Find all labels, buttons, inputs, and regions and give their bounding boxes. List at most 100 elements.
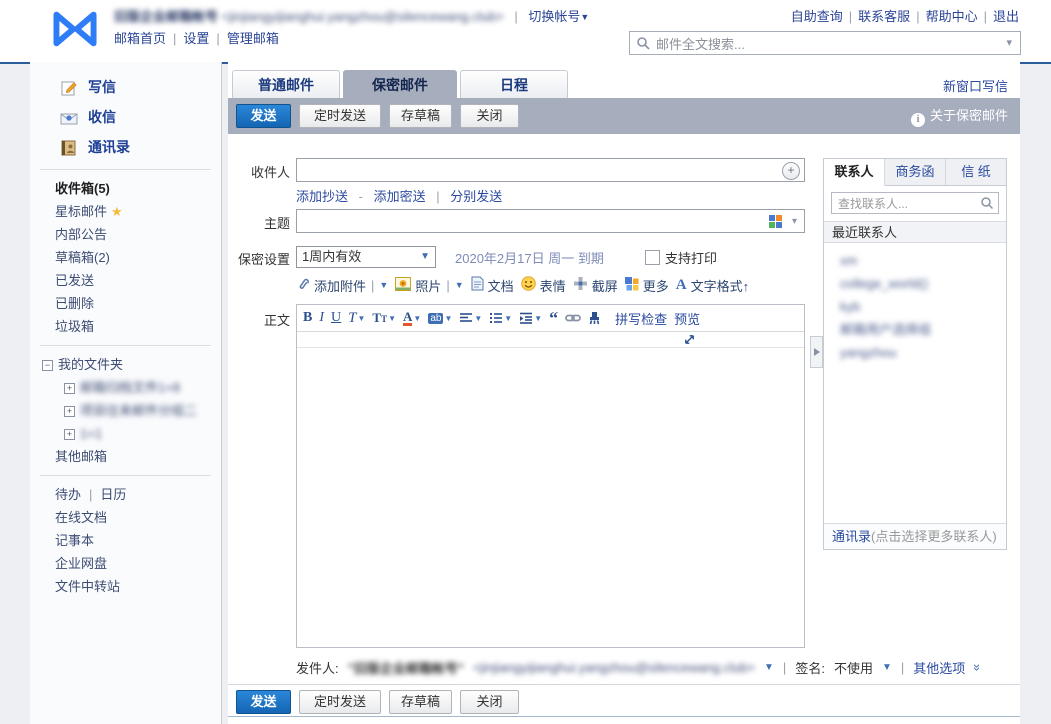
close-button-bottom[interactable]: 关闭 <box>460 690 519 714</box>
support-print-checkbox[interactable] <box>645 250 660 265</box>
schedule-send-button[interactable]: 定时发送 <box>299 104 381 128</box>
indent-button[interactable]: ▼ <box>519 312 542 324</box>
sidebar-action-contacts[interactable]: 通讯录 <box>60 132 221 162</box>
top-link-1[interactable]: 联系客服 <box>858 9 910 24</box>
spellcheck-button[interactable]: 拼写检查 <box>615 309 667 328</box>
tool-link-3-0[interactable]: 企业网盘 <box>55 556 107 571</box>
contact-item-2[interactable]: kyb <box>824 295 1006 318</box>
editor-body[interactable] <box>297 348 804 648</box>
secret-validity-select[interactable]: 1周内有效 ▼ <box>296 246 436 268</box>
folder-item-3[interactable]: 草稿箱(2) <box>30 246 221 269</box>
save-draft-button[interactable]: 存草稿 <box>389 104 452 128</box>
folder-item-5[interactable]: 已删除 <box>30 292 221 315</box>
folder-item-6[interactable]: 垃圾箱 <box>30 315 221 338</box>
contact-item-3[interactable]: 邮箱用户选择组 <box>824 318 1006 341</box>
search-dropdown-icon[interactable]: ▾ <box>1006 36 1012 49</box>
switch-account-link[interactable]: 切换帐号▼ <box>528 9 589 24</box>
contact-search-input[interactable] <box>836 195 978 213</box>
more-button[interactable]: 更多 <box>625 276 669 295</box>
more-options-link[interactable]: 其他选项 <box>913 658 965 677</box>
preview-button[interactable]: 预览 <box>674 309 700 328</box>
other-mailbox-item[interactable]: 其他邮箱 <box>30 445 221 468</box>
align-button[interactable]: ▼ <box>459 312 482 324</box>
about-secret-mail-link[interactable]: i关于保密邮件 <box>911 98 1008 134</box>
my-folder-child-1[interactable]: +项目往来邮件分组二 <box>30 399 221 422</box>
stationery-dropdown-icon[interactable]: ▾ <box>792 216 797 227</box>
folder-item-4[interactable]: 已发送 <box>30 269 221 292</box>
divider <box>40 345 211 346</box>
sender-caret-icon[interactable]: ▼ <box>764 662 774 673</box>
underline-button[interactable]: U <box>331 310 341 326</box>
send-button-bottom[interactable]: 发送 <box>236 690 291 714</box>
folder-item-0[interactable]: 收件箱(5) <box>30 177 221 200</box>
quote-button[interactable]: “ <box>549 313 558 323</box>
document-button[interactable]: 文档 <box>471 276 514 295</box>
signature-value[interactable]: 不使用 <box>834 658 873 677</box>
add-attachment-button[interactable]: 添加附件|▼ <box>296 276 388 295</box>
photo-button[interactable]: 照片|▼ <box>395 276 463 295</box>
schedule-send-button-bottom[interactable]: 定时发送 <box>299 690 381 714</box>
tab-schedule[interactable]: 日程 <box>460 70 568 98</box>
bold-button[interactable]: B <box>303 310 312 326</box>
contacts-tab-contacts[interactable]: 联系人 <box>824 159 885 186</box>
screenshot-button[interactable]: 截屏 <box>573 276 618 295</box>
tool-link-4-0[interactable]: 文件中转站 <box>55 579 120 594</box>
top-link-2[interactable]: 帮助中心 <box>926 9 978 24</box>
contact-item-0[interactable]: xm <box>824 249 1006 272</box>
list-button[interactable]: ▼ <box>489 312 512 324</box>
brand-logo-icon[interactable] <box>48 8 102 55</box>
folder-item-2[interactable]: 内部公告 <box>30 223 221 246</box>
add-cc-link[interactable]: 添加抄送 <box>296 189 348 204</box>
format-brush-button[interactable] <box>588 311 601 325</box>
add-attachment-icon <box>296 276 310 294</box>
tool-link-1-0[interactable]: 在线文档 <box>55 510 107 525</box>
separate-send-link[interactable]: 分别发送 <box>450 189 502 204</box>
emoji-button[interactable]: 表情 <box>521 276 566 295</box>
close-button[interactable]: 关闭 <box>460 104 519 128</box>
mail-search-input[interactable] <box>654 33 988 55</box>
contact-item-1[interactable]: college_world() <box>824 272 1006 295</box>
top-link-0[interactable]: 自助查询 <box>791 9 843 24</box>
signature-caret-icon[interactable]: ▼ <box>882 662 892 673</box>
font-size-button[interactable]: TT▼ <box>372 310 396 326</box>
link-button[interactable] <box>565 313 581 323</box>
top-link-3[interactable]: 退出 <box>993 9 1019 24</box>
new-window-compose-link[interactable]: 新窗口写信 <box>943 76 1008 95</box>
nav-link-1[interactable]: 设置 <box>183 31 209 46</box>
save-draft-button-bottom[interactable]: 存草稿 <box>389 690 452 714</box>
font-style-button[interactable]: T▼ <box>348 310 365 327</box>
nav-link-0[interactable]: 邮箱首页 <box>114 31 166 46</box>
italic-button[interactable]: I <box>319 310 324 326</box>
my-folder-child-2[interactable]: +1+1 <box>30 422 221 445</box>
add-recipient-button[interactable]: + <box>782 162 800 180</box>
tool-link-0-0[interactable]: 待办 <box>55 487 81 502</box>
sidebar-action-compose[interactable]: 写信 <box>60 72 221 102</box>
to-input[interactable] <box>301 161 765 181</box>
font-color-button[interactable]: A▼ <box>403 311 421 326</box>
folder-item-1[interactable]: 星标邮件★ <box>30 200 221 223</box>
search-icon[interactable] <box>980 196 994 215</box>
contact-item-4[interactable]: yangzhou <box>824 341 1006 364</box>
contacts-tab-stationery[interactable]: 信 纸 <box>946 159 1006 185</box>
tab-secret-mail[interactable]: 保密邮件 <box>343 70 457 98</box>
sender-name: "旧版企业邮箱帐号" <box>348 658 464 677</box>
expand-editor-icon[interactable] <box>683 333 696 351</box>
address-book-link[interactable]: 通讯录 <box>832 529 871 544</box>
add-bcc-link[interactable]: 添加密送 <box>374 189 426 204</box>
sidebar-action-receive[interactable]: 收信 <box>60 102 221 132</box>
subject-input[interactable] <box>301 212 765 232</box>
highlight-button[interactable]: ab▼ <box>428 313 452 324</box>
my-folder-child-0[interactable]: +邮箱归档文件1+8 <box>30 376 221 399</box>
stationery-icon[interactable] <box>769 215 782 228</box>
collapse-contacts-handle[interactable] <box>810 336 823 368</box>
nav-link-2[interactable]: 管理邮箱 <box>227 31 279 46</box>
tab-normal-mail[interactable]: 普通邮件 <box>232 70 340 98</box>
my-folders-root[interactable]: −我的文件夹 <box>30 353 221 376</box>
contacts-tab-business-letter[interactable]: 商务函 <box>885 159 946 185</box>
send-button[interactable]: 发送 <box>236 104 291 128</box>
sidebar-action-label: 写信 <box>88 79 116 95</box>
text-format-button[interactable]: A文字格式↑ <box>676 276 749 295</box>
att-label: 文字格式↑ <box>691 276 750 295</box>
tool-link-2-0[interactable]: 记事本 <box>55 533 94 548</box>
tool-link-0-1[interactable]: 日历 <box>100 487 126 502</box>
